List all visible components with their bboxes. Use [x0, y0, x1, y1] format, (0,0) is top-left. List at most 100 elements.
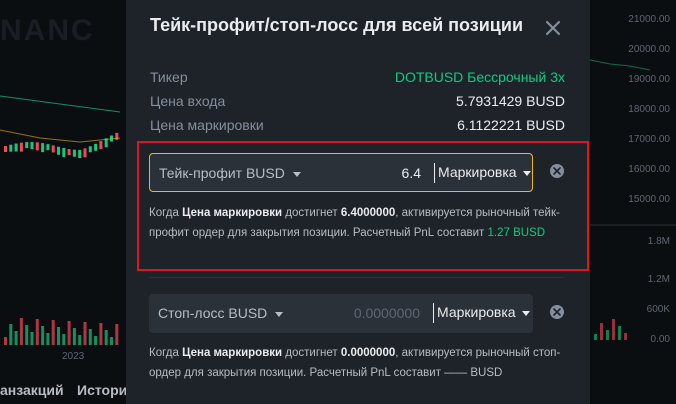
volume-bar [4, 337, 7, 345]
entry-price-label: Цена входа [150, 93, 226, 109]
entry-price-value: 5.7931429 BUSD [456, 93, 565, 109]
chevron-down-icon [275, 311, 284, 317]
stop-loss-type-select[interactable]: Стоп-лосс BUSD [158, 305, 284, 321]
volume-bar [25, 325, 29, 345]
field-divider [433, 303, 434, 323]
candle [51, 145, 55, 153]
volume-bar [618, 326, 621, 340]
ticker-row: Тикер DOTBUSD Бессрочный 3x [150, 69, 565, 87]
desc-text: достигнет [282, 207, 341, 219]
take-profit-type-select[interactable]: Тейк-профит BUSD [159, 165, 301, 181]
price-axis-label: 21000.00 [628, 14, 670, 25]
desc-pnl: 1.27 BUSD [487, 227, 546, 239]
volume-axis-label: 600K [646, 304, 670, 315]
price-axis-label: 20000.00 [628, 44, 670, 55]
tab-history[interactable]: Истори [77, 382, 127, 398]
volume-bar [35, 319, 39, 345]
volume-bar [30, 332, 34, 345]
chart-year-label: 2023 [62, 351, 85, 362]
desc-text: Когда [149, 207, 183, 219]
candle [35, 142, 39, 151]
volume-bar [104, 330, 108, 345]
chevron-down-icon [522, 170, 531, 176]
take-profit-description: Когда Цена маркировки достигнет 6.400000… [149, 203, 569, 243]
clear-icon [553, 167, 561, 175]
volume-bar [606, 330, 609, 340]
ticker-value: DOTBUSD Бессрочный 3x [394, 69, 565, 85]
volume-bar [600, 323, 603, 340]
candle [25, 142, 29, 149]
moving-average-line [0, 95, 121, 113]
candle [88, 146, 92, 153]
stop-loss-label: Стоп-лосс BUSD [158, 305, 268, 321]
candle [41, 143, 45, 153]
volume-bar [41, 326, 45, 345]
volume-bar [624, 333, 627, 340]
desc-text: достигнет [282, 347, 341, 359]
candle [99, 141, 103, 150]
take-profit-price-type: Маркировка [438, 164, 517, 180]
mark-price-value: 6.1122221 BUSD [457, 117, 565, 133]
volume-bar [67, 321, 71, 345]
volume-bar [51, 320, 55, 345]
desc-text: Когда [149, 347, 183, 359]
volume-bar [115, 324, 119, 345]
volume-axis-label: 1.8M [647, 236, 670, 247]
volume-bar [57, 327, 60, 345]
clear-icon [553, 308, 561, 316]
price-axis-label: 17000.00 [628, 134, 670, 145]
candle [94, 143, 98, 151]
take-profit-input[interactable] [321, 162, 421, 184]
price-axis-label: 15000.00 [628, 194, 670, 205]
desc-trigger-price: 6.4000000 [340, 207, 396, 219]
candle [9, 144, 13, 152]
stop-loss-input[interactable] [320, 302, 420, 324]
volume-axis-label: 0.00 [650, 334, 670, 345]
candle [57, 146, 60, 155]
take-profit-label: Тейк-профит BUSD [159, 165, 285, 181]
volume-bar [88, 329, 92, 345]
volume-axis-label: 1.2M [647, 274, 670, 285]
close-button[interactable] [542, 17, 564, 39]
price-trend-line [589, 59, 651, 71]
tab-transactions[interactable]: анзакций [0, 382, 64, 398]
mark-price-label: Цена маркировки [150, 117, 264, 133]
modal-title: Тейк-профит/стоп-лосс для всей позиции [150, 15, 524, 35]
volume-bar [72, 328, 76, 345]
volume-bar [14, 331, 18, 345]
candle [14, 143, 18, 152]
candle [30, 142, 34, 150]
mark-price-row: Цена маркировки 6.1122221 BUSD [150, 117, 565, 135]
candle [72, 149, 76, 157]
volume-bar [9, 324, 13, 345]
tpsl-modal: Тейк-профит/стоп-лосс для всей позиции Т… [126, 0, 590, 404]
candle [83, 148, 87, 158]
take-profit-clear-button[interactable] [550, 164, 564, 178]
price-axis-label: 16000.00 [628, 164, 670, 175]
take-profit-field[interactable]: Тейк-профит BUSD Маркировка [149, 153, 533, 192]
volume-bar [78, 335, 82, 345]
stop-loss-field[interactable]: Стоп-лосс BUSD Маркировка [149, 294, 533, 333]
stop-loss-clear-button[interactable] [550, 305, 564, 319]
candle [4, 146, 7, 152]
volume-bar [83, 322, 87, 345]
candle [46, 144, 50, 151]
desc-trigger-price: 0.0000000 [340, 347, 396, 359]
moving-average-line-2 [0, 129, 121, 143]
candle [62, 148, 66, 158]
stop-loss-price-type-select[interactable]: Маркировка [437, 304, 530, 320]
volume-bar [19, 318, 23, 345]
desc-mark-price: Цена маркировки [182, 347, 283, 359]
candle [78, 149, 82, 158]
stop-loss-description: Когда Цена маркировки достигнет 0.000000… [149, 343, 569, 383]
section-divider [149, 277, 564, 278]
volume-bar [46, 333, 50, 345]
close-icon [545, 20, 561, 36]
volume-bar [110, 337, 113, 345]
volume-bar [99, 323, 103, 345]
price-axis-label: 19000.00 [628, 74, 670, 85]
take-profit-price-type-select[interactable]: Маркировка [438, 164, 531, 180]
field-divider [434, 163, 435, 183]
ticker-label: Тикер [150, 69, 188, 85]
volume-bar [594, 334, 597, 340]
